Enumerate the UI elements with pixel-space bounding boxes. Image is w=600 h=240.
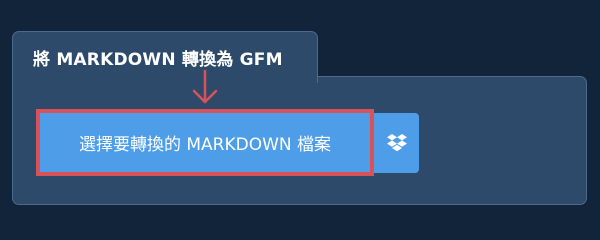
dropbox-icon	[386, 134, 407, 152]
annotation-arrow-icon	[192, 70, 218, 104]
panel-title: 將 MARKDOWN 轉換為 GFM	[33, 50, 283, 70]
panel-tab-joint	[13, 74, 317, 80]
select-button-label: 選擇要轉換的 MARKDOWN 檔案	[78, 135, 332, 155]
dropbox-button[interactable]	[374, 113, 419, 173]
select-markdown-file-button[interactable]: 選擇要轉換的 MARKDOWN 檔案	[36, 109, 374, 176]
